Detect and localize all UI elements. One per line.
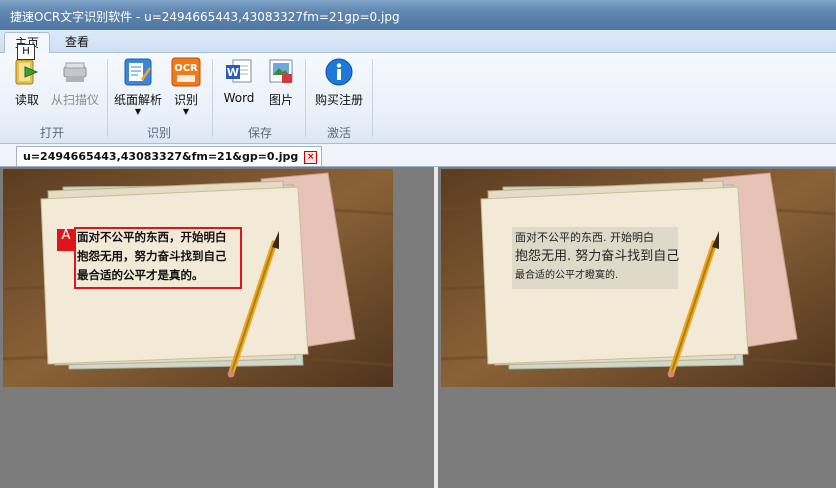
page-analysis-button[interactable]: 纸面解析 ▼ <box>112 57 164 116</box>
keytip-badge: H <box>17 44 35 60</box>
source-line: 抱怨无用，努力奋斗找到自己 <box>77 249 227 263</box>
result-image: 面对不公平的东西. 开始明白 抱怨无用. 努力奋斗找到自己 最合适的公平才瞪寞的… <box>441 169 835 387</box>
ribbon: 读取 从扫描仪 打开 纸面解析 ▼ OCR 识别 ▼ 识别 W Word 图片 … <box>0 53 836 144</box>
source-image-pane[interactable]: A 面对不公平的东西，开始明白 抱怨无用，努力奋斗找到自己 最合适的公平才是真的… <box>0 167 434 488</box>
ocr-button[interactable]: OCR 识别 ▼ <box>170 57 202 116</box>
save-word-label: Word <box>223 91 255 105</box>
dropdown-arrow-icon: ▼ <box>134 107 142 116</box>
group-divider <box>372 59 373 137</box>
info-icon <box>324 57 354 87</box>
close-tab-icon[interactable]: × <box>304 150 318 164</box>
ocr-icon: OCR <box>171 57 201 87</box>
folder-open-icon <box>12 57 42 87</box>
source-text: 面对不公平的东西，开始明白 抱怨无用，努力奋斗找到自己 最合适的公平才是真的。 <box>77 228 227 285</box>
tab-view[interactable]: 查看 <box>55 32 99 52</box>
save-image-label: 图片 <box>268 93 293 107</box>
title-bar: 捷速OCR文字识别软件 - u=2494665443,43083327fm=21… <box>0 0 836 30</box>
svg-text:W: W <box>227 66 239 79</box>
document-tab-strip: u=2494665443,43083327&fm=21&gp=0.jpg × <box>0 144 836 167</box>
group-divider <box>107 59 108 137</box>
image-icon <box>266 57 296 87</box>
recognized-line: 抱怨无用. 努力奋斗找到自己 <box>515 249 680 264</box>
group-divider <box>212 59 213 137</box>
text-block-badge[interactable]: A <box>57 229 75 251</box>
group-label-activate: 激活 <box>327 126 352 140</box>
result-pane[interactable]: 面对不公平的东西. 开始明白 抱怨无用. 努力奋斗找到自己 最合适的公平才瞪寞的… <box>438 167 836 488</box>
svg-text:OCR: OCR <box>174 63 198 74</box>
source-line: 最合适的公平才是真的。 <box>77 268 204 282</box>
purchase-register-label: 购买注册 <box>314 93 363 107</box>
window-title: 捷速OCR文字识别软件 - u=2494665443,43083327fm=21… <box>10 10 400 24</box>
document-tab-label: u=2494665443,43083327&fm=21&gp=0.jpg <box>23 150 299 163</box>
save-image-button[interactable]: 图片 <box>266 57 296 108</box>
scan-button[interactable]: 从扫描仪 <box>48 57 102 108</box>
scan-label: 从扫描仪 <box>50 93 99 107</box>
source-image: A 面对不公平的东西，开始明白 抱怨无用，努力奋斗找到自己 最合适的公平才是真的… <box>3 169 393 387</box>
recognized-line: 面对不公平的东西. 开始明白 <box>515 231 654 244</box>
save-word-button[interactable]: W Word <box>222 57 256 105</box>
dropdown-arrow-icon: ▼ <box>182 107 190 116</box>
scanner-icon <box>60 57 90 87</box>
word-icon: W <box>224 57 254 87</box>
group-label-recognize: 识别 <box>147 126 172 140</box>
page-analysis-label: 纸面解析 <box>113 93 162 107</box>
page-analysis-icon <box>123 57 153 87</box>
read-label: 读取 <box>14 93 39 107</box>
source-line: 面对不公平的东西，开始明白 <box>77 230 227 244</box>
ocr-label: 识别 <box>173 93 198 107</box>
group-divider <box>305 59 306 137</box>
read-button[interactable]: 读取 <box>12 57 42 108</box>
group-label-open: 打开 <box>40 126 65 140</box>
purchase-register-button[interactable]: 购买注册 <box>313 57 365 108</box>
ribbon-tab-bar: 主页 查看 <box>0 30 836 53</box>
group-label-save: 保存 <box>248 126 273 140</box>
recognized-line: 最合适的公平才瞪寞的. <box>515 270 619 281</box>
recognized-text[interactable]: 面对不公平的东西. 开始明白 抱怨无用. 努力奋斗找到自己 最合适的公平才瞪寞的… <box>515 228 679 285</box>
document-tab[interactable]: u=2494665443,43083327&fm=21&gp=0.jpg × <box>16 146 323 166</box>
